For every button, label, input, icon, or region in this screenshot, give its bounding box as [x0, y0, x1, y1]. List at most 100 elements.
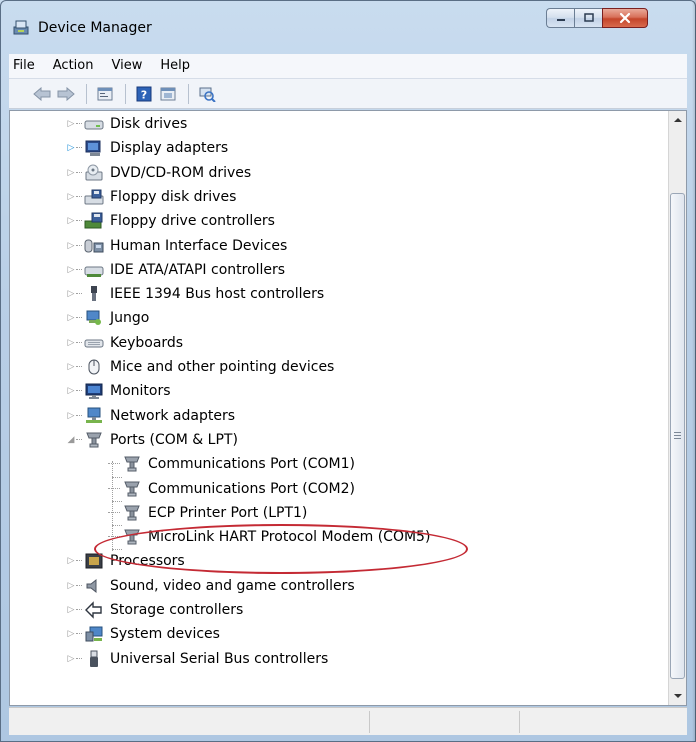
expand-arrow-icon[interactable]: ▷: [66, 574, 76, 598]
hid-icon: [84, 237, 104, 255]
tree-connector: [76, 317, 82, 319]
tree-category-keyboards[interactable]: ▷ Keyboards: [66, 331, 184, 355]
tree-device-ecp-printer-port-lpt1[interactable]: ECP Printer Port (LPT1): [108, 501, 307, 525]
expand-arrow-icon[interactable]: ▷: [66, 185, 76, 209]
tree-connector: [76, 220, 82, 222]
highlight-ellipse: [94, 524, 468, 574]
tree-item-label: Display adapters: [110, 140, 229, 157]
tree-category-storage-controllers[interactable]: ▷ Storage controllers: [66, 598, 243, 622]
minimize-button[interactable]: [546, 8, 574, 28]
forward-button[interactable]: [55, 83, 77, 105]
tree-category-universal-serial-bus-controllers[interactable]: ▷ Universal Serial Bus controllers: [66, 647, 328, 671]
tree-category-display-adapters[interactable]: ▷ Display adapters: [66, 136, 228, 160]
close-button[interactable]: [602, 8, 648, 28]
expand-arrow-icon[interactable]: ▷: [66, 404, 76, 428]
menu-view[interactable]: View: [102, 54, 151, 78]
expand-arrow-icon[interactable]: ▷: [66, 112, 76, 136]
expand-arrow-icon[interactable]: ▷: [66, 598, 76, 622]
device-tree[interactable]: ▷ Disk drives ▷ Display adapters ▷ DVD/CD-ROM…: [10, 111, 667, 705]
scroll-up-arrow[interactable]: [669, 111, 686, 128]
title-bar[interactable]: Device Manager: [0, 0, 696, 46]
jungo-icon: [84, 309, 104, 327]
tree-item-label: ECP Printer Port (LPT1): [148, 504, 308, 521]
menu-help[interactable]: Help: [151, 54, 199, 78]
tree-connector: [76, 366, 82, 368]
port-icon: [84, 431, 104, 449]
tree-category-ide-ata-atapi-controllers[interactable]: ▷ IDE ATA/ATAPI controllers: [66, 258, 286, 282]
window-title: Device Manager: [38, 20, 152, 36]
status-divider: [369, 711, 370, 733]
scrollbar-thumb[interactable]: [670, 193, 685, 679]
tree-category-system-devices[interactable]: ▷ System devices: [66, 622, 220, 646]
help-icon: ?: [136, 86, 152, 101]
tree-category-disk-drives[interactable]: ▷ Disk drives: [66, 112, 188, 136]
forward-arrow-icon: [57, 86, 75, 101]
tree-category-human-interface-devices[interactable]: ▷ Human Interface Devices: [66, 234, 288, 258]
tree-item-label: Monitors: [110, 383, 171, 400]
scan-hardware-button[interactable]: [196, 83, 218, 105]
expand-arrow-icon[interactable]: ▷: [66, 647, 76, 671]
expand-arrow-icon[interactable]: ▷: [66, 234, 76, 258]
properties-button[interactable]: [94, 83, 116, 105]
expand-arrow-icon[interactable]: ▷: [66, 306, 76, 330]
expand-arrow-icon[interactable]: ▷: [66, 258, 76, 282]
tree-item-label: Disk drives: [110, 116, 188, 132]
vertical-scrollbar[interactable]: [668, 111, 686, 705]
tree-device-communications-port-com1[interactable]: Communications Port (COM1): [108, 452, 355, 476]
tree-connector: [108, 463, 120, 465]
tree-category-monitors[interactable]: ▷ Monitors: [66, 379, 171, 403]
show-hidden-icon: [160, 87, 176, 100]
tree-item-label: Floppy drive controllers: [110, 213, 275, 230]
scrollbar-grip: [674, 432, 681, 440]
expand-arrow-icon[interactable]: ▷: [66, 355, 76, 379]
collapse-arrow-icon[interactable]: ◢: [66, 428, 76, 452]
close-icon: [619, 12, 631, 24]
device-tree-frame: ▷ Disk drives ▷ Display adapters ▷ DVD/CD-ROM…: [9, 110, 687, 706]
expand-arrow-icon[interactable]: ▷: [66, 136, 76, 160]
tree-connector: [76, 657, 82, 660]
menu-file[interactable]: File: [9, 54, 44, 78]
device-manager-window: Device Manager File Action View Help ? ▷…: [0, 0, 696, 742]
scroll-down-arrow[interactable]: [669, 687, 686, 704]
port-icon: [122, 480, 142, 498]
maximize-button[interactable]: [574, 8, 602, 28]
tree-connector: [76, 195, 82, 198]
tree-item-label: Human Interface Devices: [110, 237, 288, 254]
mouse-icon: [84, 358, 104, 376]
expand-arrow-icon[interactable]: ▷: [66, 331, 76, 355]
tree-category-dvd-cd-rom-drives[interactable]: ▷ DVD/CD-ROM drives: [66, 161, 251, 185]
arrow-down-icon: [673, 693, 682, 698]
back-button[interactable]: [31, 83, 53, 105]
expand-arrow-icon[interactable]: ▷: [66, 622, 76, 646]
tree-category-sound-video-and-game-controllers[interactable]: ▷ Sound, video and game controllers: [66, 574, 355, 598]
help-button[interactable]: ?: [133, 83, 155, 105]
svg-text:?: ?: [141, 88, 147, 101]
expand-arrow-icon[interactable]: ▷: [66, 209, 76, 233]
dvd-drive-icon: [84, 164, 104, 182]
tree-device-communications-port-com2[interactable]: Communications Port (COM2): [108, 477, 355, 501]
tree-connector: [76, 123, 82, 125]
tree-connector: [76, 341, 82, 344]
ieee1394-icon: [84, 285, 104, 303]
expand-arrow-icon[interactable]: ▷: [66, 161, 76, 185]
tree-item-label: Communications Port (COM2): [148, 480, 355, 497]
tree-connector: [76, 268, 82, 271]
menu-action[interactable]: Action: [44, 54, 103, 78]
show-hidden-button[interactable]: [157, 83, 179, 105]
tree-category-ports-com-lpt[interactable]: ◢ Ports (COM & LPT): [66, 428, 238, 452]
expand-arrow-icon[interactable]: ▷: [66, 379, 76, 403]
expand-arrow-icon[interactable]: ▷: [66, 282, 76, 306]
tree-category-jungo[interactable]: ▷ Jungo: [66, 306, 150, 330]
scan-hardware-icon: [199, 87, 216, 102]
tree-category-network-adapters[interactable]: ▷ Network adapters: [66, 404, 235, 428]
tree-category-mice-and-other-pointing-devices[interactable]: ▷ Mice and other pointing devices: [66, 355, 335, 379]
back-arrow-icon: [33, 86, 51, 101]
tree-category-floppy-disk-drives[interactable]: ▷ Floppy disk drives: [66, 185, 237, 209]
minimize-icon: [556, 19, 565, 21]
toolbar: ?: [9, 79, 687, 109]
tree-connector: [76, 584, 82, 587]
tree-category-ieee-1394-bus-host-controllers[interactable]: ▷ IEEE 1394 Bus host controllers: [66, 282, 324, 306]
expand-arrow-icon[interactable]: ▷: [66, 549, 76, 573]
arrow-up-icon: [673, 117, 682, 122]
tree-category-floppy-drive-controllers[interactable]: ▷ Floppy drive controllers: [66, 209, 275, 233]
